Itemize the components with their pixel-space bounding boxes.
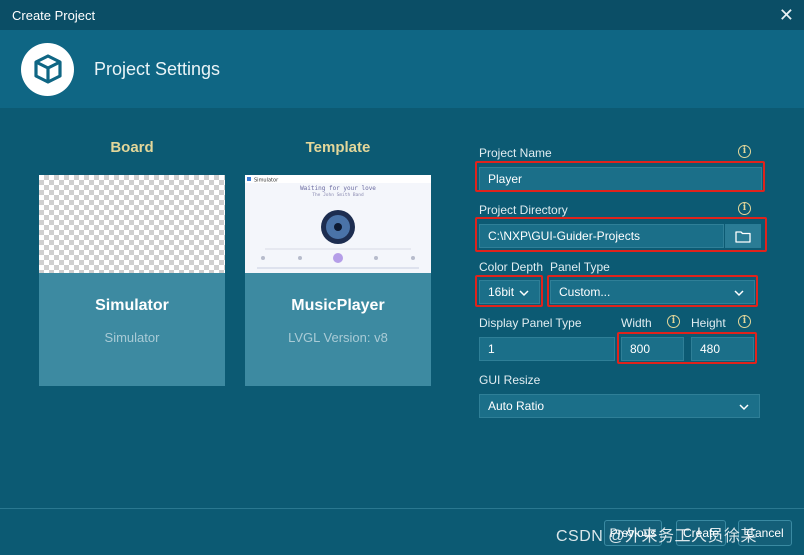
width-input[interactable]: 800 [621, 337, 684, 361]
template-card-sub: LVGL Version: v8 [288, 330, 388, 345]
board-thumbnail [39, 175, 225, 273]
close-icon[interactable]: ✕ [779, 6, 794, 24]
preview-artist: The John Smith Band [312, 192, 364, 198]
color-depth-label: Color Depth [479, 260, 544, 274]
board-card-sub: Simulator [104, 330, 160, 345]
gui-resize-value: Auto Ratio [488, 399, 545, 413]
display-panel-type-label: Display Panel Type [479, 316, 582, 330]
title-bar: Create Project ✕ [0, 0, 804, 30]
chevron-down-icon [734, 290, 744, 297]
project-name-label: Project Name [479, 146, 552, 160]
board-heading: Board [110, 139, 154, 156]
gui-resize-select[interactable]: Auto Ratio [479, 394, 760, 418]
template-thumbnail: Simulator Waiting for your love The John… [245, 175, 431, 273]
info-icon[interactable]: i [738, 145, 751, 158]
preview-window-title: Simulator [254, 178, 279, 184]
board-card-name: Simulator [95, 297, 169, 314]
template-heading: Template [305, 139, 371, 156]
header: Project Settings [0, 30, 804, 108]
page-title: Project Settings [94, 58, 221, 79]
color-depth-select[interactable]: 16bit [479, 280, 540, 304]
template-card-musicplayer[interactable]: Simulator Waiting for your love The John… [245, 175, 431, 386]
chevron-down-icon [739, 404, 749, 411]
folder-icon [735, 230, 751, 243]
panel-type-label: Panel Type [550, 260, 610, 274]
window-title: Create Project [12, 7, 96, 23]
width-label: Width [621, 316, 652, 330]
height-input[interactable]: 480 [691, 337, 754, 361]
height-label: Height [691, 316, 726, 330]
project-name-input[interactable]: Player [479, 167, 762, 191]
board-card-simulator[interactable]: Simulator Simulator [39, 175, 225, 386]
color-depth-value: 16bit [488, 285, 515, 299]
info-icon[interactable]: i [738, 315, 751, 328]
preview-song-title: Waiting for your love [300, 185, 376, 192]
info-icon[interactable]: i [738, 202, 751, 215]
project-directory-label: Project Directory [479, 203, 568, 217]
template-card-name: MusicPlayer [291, 297, 385, 314]
display-panel-type-input[interactable]: 1 [479, 337, 615, 361]
panel-type-value: Custom... [559, 285, 611, 299]
panel-type-select[interactable]: Custom... [550, 280, 755, 304]
browse-folder-button[interactable] [725, 224, 761, 248]
chevron-down-icon [519, 290, 529, 297]
gui-resize-label: GUI Resize [479, 373, 541, 387]
watermark: CSDN @外来务工人员徐某 [556, 528, 758, 545]
cube-logo-icon [21, 42, 74, 96]
info-icon[interactable]: i [667, 315, 680, 328]
project-directory-input[interactable]: C:\NXP\GUI-Guider-Projects [479, 224, 724, 248]
